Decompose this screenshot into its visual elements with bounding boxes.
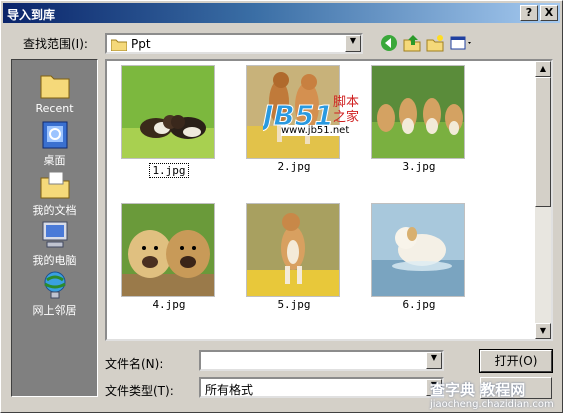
file-name-label: 6.jpg: [402, 298, 436, 311]
up-folder-icon: [403, 35, 421, 52]
look-in-label: 查找范围(I):: [23, 37, 88, 51]
place-label: 桌面: [43, 154, 66, 167]
scroll-down-button[interactable]: ▼: [535, 323, 551, 339]
jb51-side-text: 脚本之家: [333, 95, 360, 125]
filetype-value: 所有格式: [205, 383, 254, 397]
folder-icon: [111, 39, 127, 51]
file-name-label: 4.jpg: [152, 298, 186, 311]
vertical-scrollbar[interactable]: ▲ ▼: [535, 61, 551, 339]
file-name-label: 1.jpg: [149, 163, 189, 178]
file-thumbnail[interactable]: 6.jpg: [371, 203, 467, 311]
place-recent[interactable]: Recent: [12, 70, 97, 115]
place-label: 我的文档: [32, 204, 77, 217]
desktop-icon: [42, 121, 67, 149]
places-bar: Recent 桌面 我的文档 我的电脑 网上邻居: [11, 59, 98, 397]
scroll-up-button[interactable]: ▲: [535, 61, 551, 77]
chevron-down-icon[interactable]: ▼: [345, 35, 361, 52]
look-in-dropdown[interactable]: Ppt ▼: [105, 33, 363, 54]
close-button[interactable]: X: [540, 5, 558, 21]
place-network[interactable]: 网上邻居: [12, 270, 97, 318]
place-desktop[interactable]: 桌面: [12, 120, 97, 168]
filename-label: 文件名(N):: [105, 357, 164, 371]
filetype-combo[interactable]: 所有格式 ▼: [199, 377, 444, 398]
file-thumbnail[interactable]: 1.jpg: [121, 65, 217, 178]
file-thumbnail[interactable]: 3.jpg: [371, 65, 467, 173]
place-label: 我的电脑: [32, 254, 77, 267]
file-name-label: 2.jpg: [277, 160, 311, 173]
title-bar[interactable]: 导入到库 ? X: [3, 3, 560, 23]
chazidian-watermark: 查字典 教程网 jiaocheng.chazidian.com: [426, 379, 562, 413]
place-label: 网上邻居: [32, 304, 77, 317]
image-thumbnail-4: [121, 203, 215, 297]
open-button[interactable]: 打开(O): [479, 349, 553, 373]
help-button[interactable]: ?: [520, 5, 538, 21]
image-thumbnail-3: [371, 65, 465, 159]
place-label: Recent: [35, 102, 74, 115]
scroll-thumb[interactable]: [535, 77, 551, 207]
file-thumbnail[interactable]: 4.jpg: [121, 203, 217, 311]
chazidian-logo-text: 查字典 教程网: [430, 381, 526, 399]
my-documents-icon: [40, 171, 69, 199]
chevron-down-icon[interactable]: ▼: [426, 352, 442, 369]
file-name-label: 3.jpg: [402, 160, 436, 173]
file-name-label: 5.jpg: [277, 298, 311, 311]
jb51-watermark: JB51 脚本之家 www.jb51.net: [258, 95, 363, 142]
place-my-computer[interactable]: 我的电脑: [12, 220, 97, 268]
chazidian-url-text: jiaocheng.chazidian.com: [430, 399, 554, 410]
new-folder-button[interactable]: [424, 34, 446, 54]
import-to-library-dialog: 导入到库 ? X 查找范围(I): Ppt ▼ Recent 桌面 我的文档 我…: [0, 0, 563, 413]
window-title: 导入到库: [7, 8, 56, 22]
place-my-documents[interactable]: 我的文档: [12, 170, 97, 218]
my-computer-icon: [42, 221, 67, 248]
look-in-value: Ppt: [131, 37, 151, 51]
up-folder-button[interactable]: [401, 34, 423, 54]
recent-folder-icon: [40, 75, 69, 99]
jb51-url-text: www.jb51.net: [281, 125, 350, 136]
back-button[interactable]: [378, 34, 400, 54]
new-folder-icon: [426, 35, 444, 52]
view-menu-button[interactable]: [449, 34, 475, 54]
view-menu-icon: [450, 36, 471, 50]
image-thumbnail-6: [371, 203, 465, 297]
image-thumbnail-5: [246, 203, 340, 297]
file-thumbnail[interactable]: 5.jpg: [246, 203, 342, 311]
back-arrow-icon: [381, 35, 397, 51]
filename-combo[interactable]: ▼: [199, 350, 444, 371]
filetype-label: 文件类型(T):: [105, 384, 174, 398]
network-icon: [43, 271, 66, 299]
image-thumbnail-1: [121, 65, 215, 159]
